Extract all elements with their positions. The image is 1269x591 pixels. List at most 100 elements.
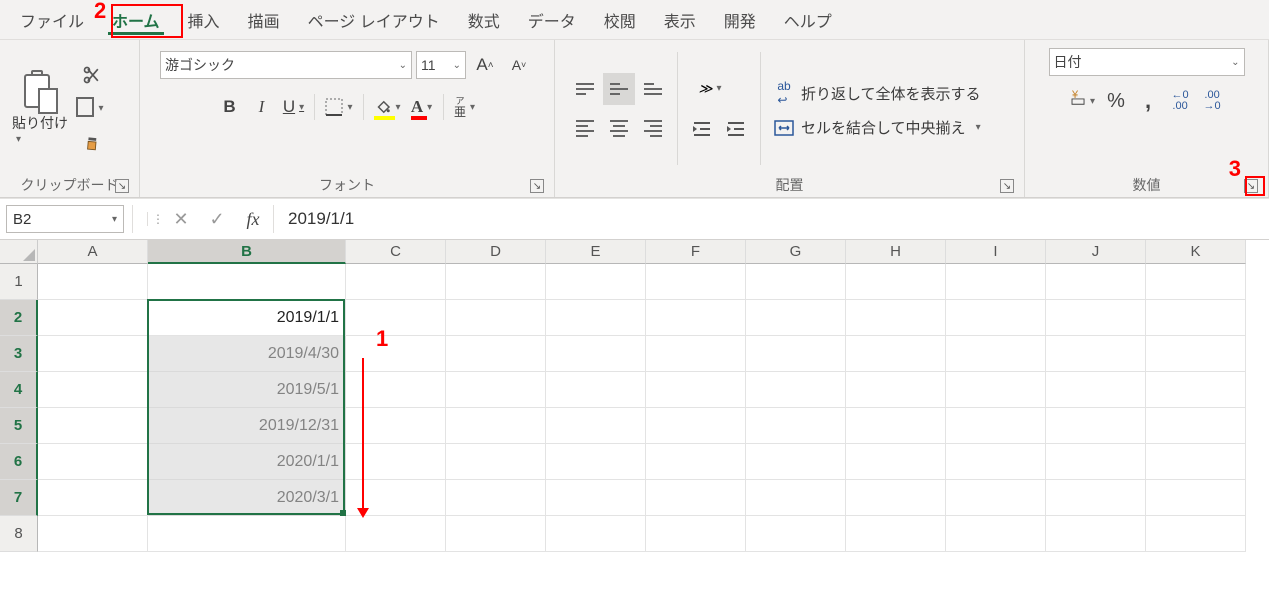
cell-C1[interactable] [346,264,446,300]
cell-E2[interactable] [546,300,646,336]
cell-E8[interactable] [546,516,646,552]
tab-developer[interactable]: 開発 [710,0,770,39]
cell-G4[interactable] [746,372,846,408]
col-header-F[interactable]: F [646,240,746,264]
cell-K2[interactable] [1146,300,1246,336]
formula-input[interactable] [276,205,1263,233]
tab-page-layout[interactable]: ページ レイアウト [294,0,454,39]
cell-G3[interactable] [746,336,846,372]
select-all-corner[interactable] [0,240,38,264]
cell-A4[interactable] [38,372,148,408]
align-right-button[interactable] [637,113,669,145]
col-header-A[interactable]: A [38,240,148,264]
cell-C4[interactable] [346,372,446,408]
cell-A3[interactable] [38,336,148,372]
tab-view[interactable]: 表示 [650,0,710,39]
cell-D1[interactable] [446,264,546,300]
cell-I5[interactable] [946,408,1046,444]
row-header-8[interactable]: 8 [0,516,38,552]
row-header-4[interactable]: 4 [0,372,38,408]
cell-J1[interactable] [1046,264,1146,300]
cell-B2[interactable]: 2019/1/1 [148,300,346,336]
cell-C3[interactable] [346,336,446,372]
cell-G2[interactable] [746,300,846,336]
cell-B1[interactable] [148,264,346,300]
cell-H2[interactable] [846,300,946,336]
comma-button[interactable]: , [1133,84,1163,118]
cell-A2[interactable] [38,300,148,336]
cell-J6[interactable] [1046,444,1146,480]
cell-K7[interactable] [1146,480,1246,516]
phonetic-guide-button[interactable]: ア亜▾ [450,90,480,124]
cell-K5[interactable] [1146,408,1246,444]
percent-button[interactable]: % [1101,84,1131,118]
cell-J2[interactable] [1046,300,1146,336]
font-launcher[interactable]: ↘ [530,179,544,193]
row-header-5[interactable]: 5 [0,408,38,444]
cell-G7[interactable] [746,480,846,516]
decrease-decimal-button[interactable]: .00→0 [1197,84,1227,118]
tab-data[interactable]: データ [514,0,590,39]
cell-E5[interactable] [546,408,646,444]
tab-home[interactable]: ホーム [98,0,174,39]
col-header-G[interactable]: G [746,240,846,264]
cell-D4[interactable] [446,372,546,408]
cell-I2[interactable] [946,300,1046,336]
row-header-2[interactable]: 2 [0,300,38,336]
cell-H6[interactable] [846,444,946,480]
decrease-font-button[interactable]: A˅ [504,48,534,82]
cell-D5[interactable] [446,408,546,444]
increase-font-button[interactable]: A˄ [470,48,500,82]
cell-F3[interactable] [646,336,746,372]
cell-A5[interactable] [38,408,148,444]
cell-H8[interactable] [846,516,946,552]
cell-J3[interactable] [1046,336,1146,372]
fill-color-button[interactable]: ▾ [370,90,405,124]
cell-K4[interactable] [1146,372,1246,408]
cell-A7[interactable] [38,480,148,516]
underline-button[interactable]: U▾ [278,90,308,124]
cut-button[interactable] [78,61,106,89]
cell-F1[interactable] [646,264,746,300]
cell-B7[interactable]: 2020/3/1 [148,480,346,516]
align-middle-button[interactable] [603,73,635,105]
align-top-button[interactable] [569,73,601,105]
alignment-launcher[interactable]: ↘ [1000,179,1014,193]
col-header-H[interactable]: H [846,240,946,264]
accept-formula-button[interactable]: ✓ [199,205,235,233]
cell-I6[interactable] [946,444,1046,480]
cell-B8[interactable] [148,516,346,552]
increase-indent-button[interactable] [720,113,752,145]
cell-E4[interactable] [546,372,646,408]
col-header-D[interactable]: D [446,240,546,264]
wrap-text-button[interactable]: ab↩ 折り返して全体を表示する [773,79,981,107]
decrease-indent-button[interactable] [686,113,718,145]
align-bottom-button[interactable] [637,73,669,105]
cell-I1[interactable] [946,264,1046,300]
cell-J5[interactable] [1046,408,1146,444]
row-header-1[interactable]: 1 [0,264,38,300]
cell-H7[interactable] [846,480,946,516]
row-header-6[interactable]: 6 [0,444,38,480]
cell-J7[interactable] [1046,480,1146,516]
cell-F5[interactable] [646,408,746,444]
col-header-K[interactable]: K [1146,240,1246,264]
cell-K3[interactable] [1146,336,1246,372]
namebox-resize-handle[interactable]: ⋮ [147,212,163,226]
tab-review[interactable]: 校閲 [590,0,650,39]
cell-H1[interactable] [846,264,946,300]
tab-insert[interactable]: 挿入 [174,0,234,39]
cell-E7[interactable] [546,480,646,516]
cell-D3[interactable] [446,336,546,372]
format-painter-button[interactable] [78,129,106,157]
cell-D2[interactable] [446,300,546,336]
cell-F4[interactable] [646,372,746,408]
cell-C8[interactable] [346,516,446,552]
font-size-select[interactable]: 11⌄ [416,51,466,79]
cell-J8[interactable] [1046,516,1146,552]
italic-button[interactable]: I [246,90,276,124]
col-header-C[interactable]: C [346,240,446,264]
bold-button[interactable]: B [214,90,244,124]
cell-G5[interactable] [746,408,846,444]
cell-E6[interactable] [546,444,646,480]
